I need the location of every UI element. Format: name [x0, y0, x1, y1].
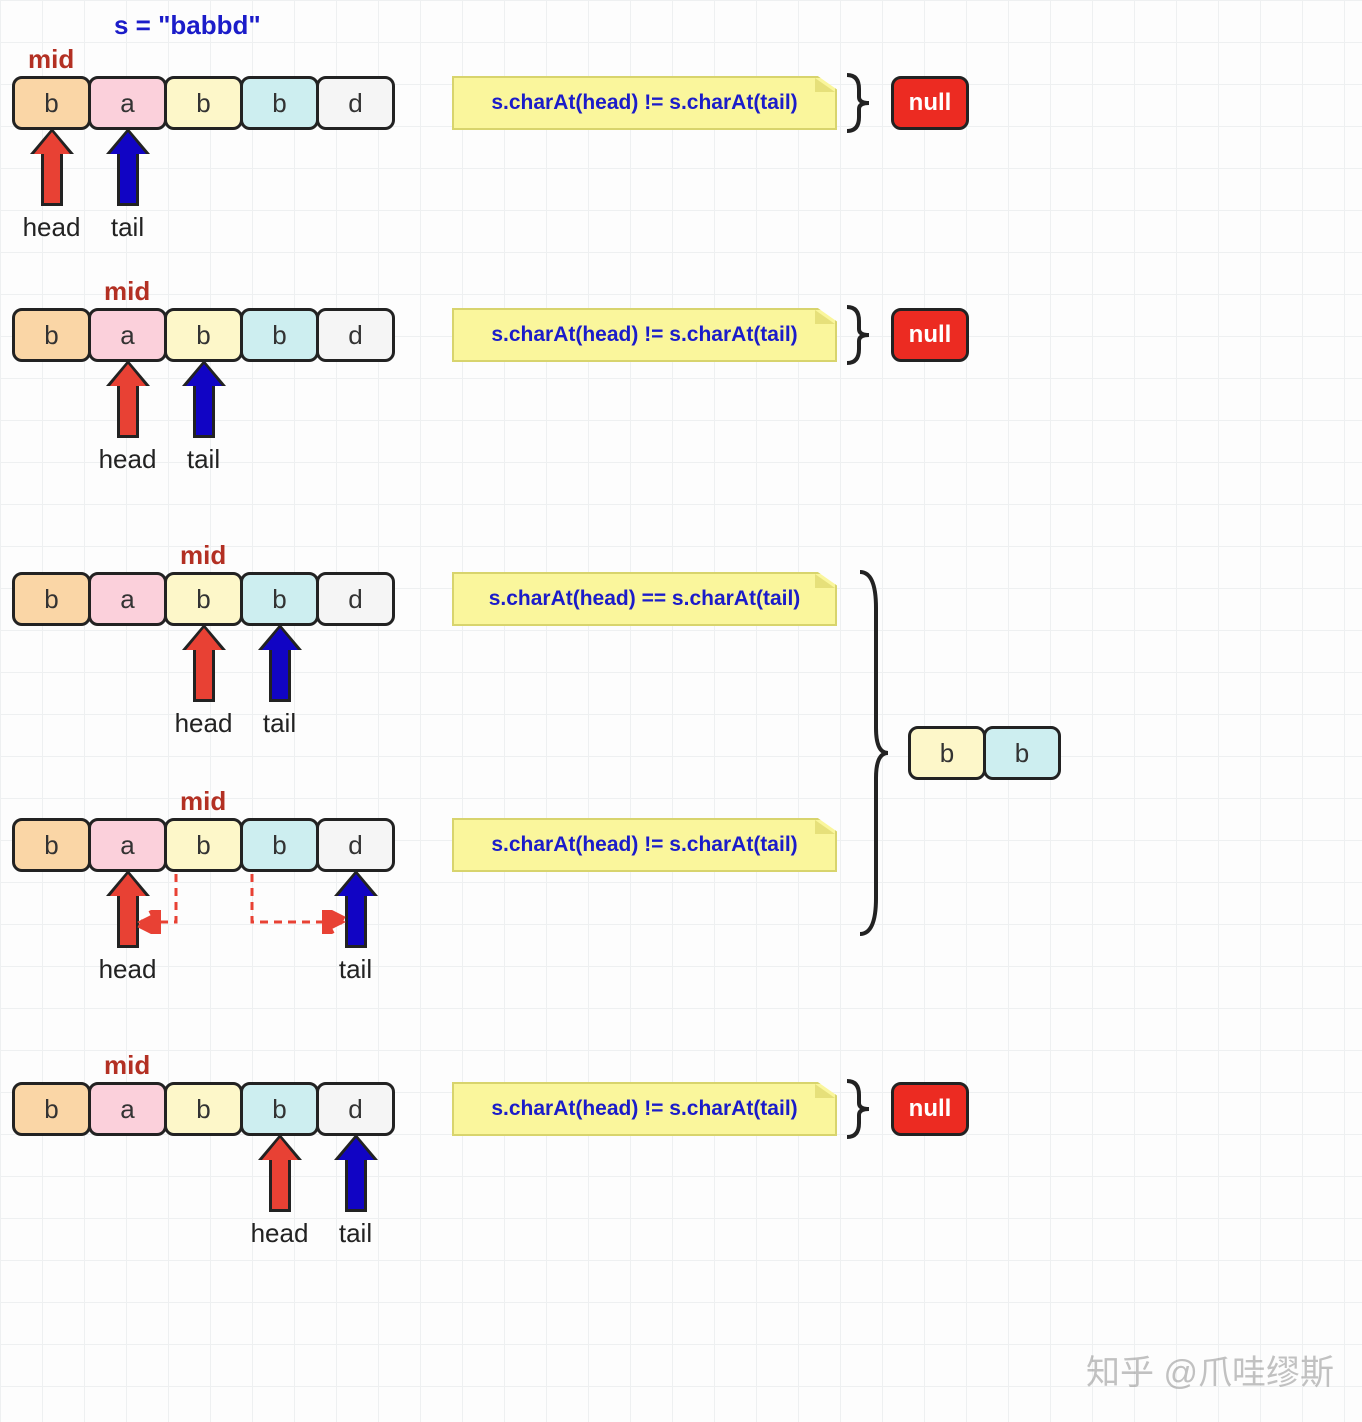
code-note: s.charAt(head) != s.charAt(tail)	[452, 818, 837, 872]
cell-array: babbdmid head tail	[12, 572, 392, 626]
title-text: s = "babbd"	[114, 10, 261, 41]
code-note: s.charAt(head) != s.charAt(tail)	[452, 308, 837, 362]
code-note: s.charAt(head) != s.charAt(tail)	[452, 1082, 837, 1136]
cell: b	[164, 818, 243, 872]
mid-label: mid	[180, 786, 226, 817]
cell: a	[88, 308, 167, 362]
head-arrow: head	[12, 132, 91, 243]
cell-array: babbdmid head tail	[12, 1082, 392, 1136]
cell: d	[316, 76, 395, 130]
result-cell-b2: b	[983, 726, 1061, 780]
watermark: 知乎 @爪哇缪斯	[1086, 1345, 1334, 1394]
brace-icon	[843, 1077, 873, 1141]
code-note: s.charAt(head) == s.charAt(tail)	[452, 572, 837, 626]
tail-arrow: tail	[240, 628, 319, 739]
cell: a	[88, 76, 167, 130]
diagram-row: babbdmid head tail s.charAt(head) != s.c…	[12, 818, 837, 872]
cell: a	[88, 818, 167, 872]
cell: b	[12, 308, 91, 362]
cell-array: babbdmid head tail	[12, 818, 392, 872]
cell: b	[240, 818, 319, 872]
tail-arrow: tail	[164, 364, 243, 475]
result-bb: b b	[908, 726, 1058, 780]
cell: b	[240, 76, 319, 130]
head-arrow: head	[164, 628, 243, 739]
result-cell-b1: b	[908, 726, 986, 780]
head-label: head	[99, 444, 157, 475]
head-arrow: head	[88, 364, 167, 475]
mid-label: mid	[28, 44, 74, 75]
cell: d	[316, 1082, 395, 1136]
tail-label: tail	[187, 444, 220, 475]
cell: b	[164, 572, 243, 626]
cell: a	[88, 572, 167, 626]
cell: d	[316, 818, 395, 872]
brace-icon	[843, 303, 873, 367]
cell: b	[12, 818, 91, 872]
cell: b	[164, 1082, 243, 1136]
cell: b	[240, 572, 319, 626]
cell: b	[164, 76, 243, 130]
code-note: s.charAt(head) != s.charAt(tail)	[452, 76, 837, 130]
cell: b	[12, 1082, 91, 1136]
mid-label: mid	[104, 276, 150, 307]
cell: a	[88, 1082, 167, 1136]
tail-arrow: tail	[88, 132, 167, 243]
big-brace-group: b b	[856, 568, 1058, 938]
head-label: head	[251, 1218, 309, 1249]
cell-array: babbdmid head tail	[12, 308, 392, 362]
cell: d	[316, 572, 395, 626]
diagram-row: babbdmid head tails.charAt(head) != s.ch…	[12, 308, 969, 367]
diagram-row: babbdmid head tails.charAt(head) != s.ch…	[12, 1082, 969, 1141]
tail-label: tail	[111, 212, 144, 243]
head-arrow: head	[240, 1138, 319, 1249]
result-null: null	[891, 76, 969, 130]
mid-label: mid	[180, 540, 226, 571]
cell: d	[316, 308, 395, 362]
result-null: null	[891, 1082, 969, 1136]
cell: b	[12, 572, 91, 626]
mid-label: mid	[104, 1050, 150, 1081]
head-label: head	[175, 708, 233, 739]
result-null: null	[891, 308, 969, 362]
head-label: head	[23, 212, 81, 243]
cell: b	[240, 308, 319, 362]
tail-arrow: tail	[316, 1138, 395, 1249]
cell-array: babbdmid head tail	[12, 76, 392, 130]
brace-icon	[843, 71, 873, 135]
cell: b	[240, 1082, 319, 1136]
dashed-connectors	[12, 872, 432, 962]
cell: b	[12, 76, 91, 130]
brace-icon	[856, 568, 890, 938]
tail-label: tail	[339, 1218, 372, 1249]
diagram-row: babbdmid head tails.charAt(head) != s.ch…	[12, 76, 969, 135]
diagram-row: babbdmid head tails.charAt(head) == s.ch…	[12, 572, 837, 626]
tail-label: tail	[263, 708, 296, 739]
cell: b	[164, 308, 243, 362]
